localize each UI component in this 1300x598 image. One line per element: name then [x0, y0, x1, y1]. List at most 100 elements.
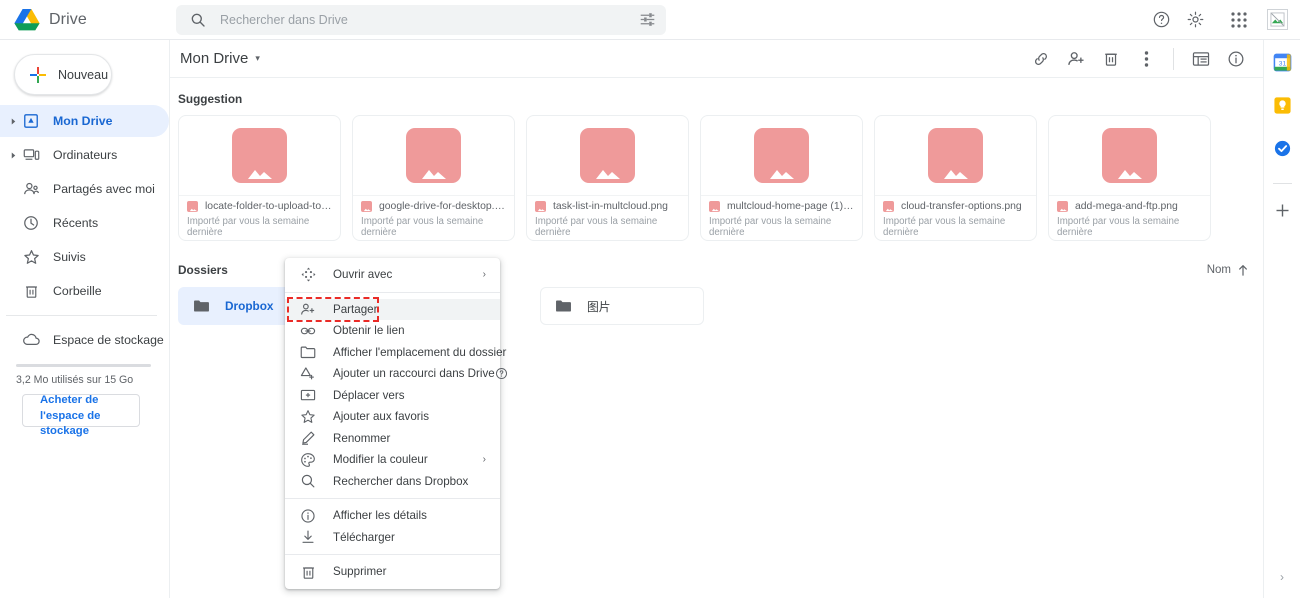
- google-keep-icon[interactable]: [1272, 95, 1293, 116]
- menu-item-modifier-couleur[interactable]: Modifier la couleur ›: [285, 449, 500, 471]
- drive-shortcut-icon: [296, 366, 320, 382]
- card-filename: cloud-transfer-options.png: [901, 201, 1022, 212]
- sidebar-label: Ordinateurs: [53, 148, 118, 162]
- card-item[interactable]: task-list-in-multcloud.png Importé par v…: [526, 115, 689, 241]
- sidebar-label: Espace de stockage: [53, 333, 164, 347]
- google-tasks-icon[interactable]: [1272, 138, 1293, 159]
- menu-item-ouvrir-avec[interactable]: Ouvrir avec ›: [285, 264, 500, 286]
- add-person-icon[interactable]: [1061, 44, 1091, 74]
- menu-item-supprimer[interactable]: Supprimer: [285, 561, 500, 583]
- menu-item-partager[interactable]: Partager: [285, 296, 500, 322]
- image-placeholder-icon: [928, 128, 983, 183]
- menu-item-deplacer-vers[interactable]: Déplacer vers: [285, 385, 500, 407]
- clock-icon: [20, 215, 42, 231]
- folder-item-pictures[interactable]: 图片: [540, 287, 704, 325]
- plus-icon: [28, 65, 48, 85]
- menu-item-afficher-emplacement[interactable]: Afficher l'emplacement du dossier: [285, 342, 506, 364]
- more-vert-icon[interactable]: [1131, 44, 1161, 74]
- menu-item-obtenir-le-lien[interactable]: Obtenir le lien: [285, 320, 500, 342]
- image-file-icon: [1057, 201, 1068, 212]
- storage-usage-text: 3,2 Mo utilisés sur 15 Go: [16, 374, 134, 386]
- get-link-icon[interactable]: [1026, 44, 1056, 74]
- brand[interactable]: Drive: [0, 8, 170, 31]
- new-button[interactable]: Nouveau: [14, 54, 112, 95]
- chevron-down-icon[interactable]: ▾: [255, 53, 260, 64]
- card-item[interactable]: cloud-transfer-options.png Importé par v…: [874, 115, 1037, 241]
- image-placeholder-icon: [754, 128, 809, 183]
- help-circle-icon[interactable]: [495, 367, 508, 380]
- card-thumbnail: [179, 116, 340, 196]
- menu-item-label: Télécharger: [333, 530, 395, 544]
- menu-item-telecharger[interactable]: Télécharger: [285, 527, 500, 549]
- sidebar-item-partages-avec-moi[interactable]: Partagés avec moi: [0, 173, 169, 205]
- gear-icon[interactable]: [1181, 6, 1209, 34]
- sidebar: Nouveau Mon Drive Ordinateurs Partagés a…: [0, 40, 170, 598]
- trash-icon[interactable]: [1096, 44, 1126, 74]
- sort-arrow-up-icon: [1237, 264, 1249, 277]
- card-item[interactable]: locate-folder-to-upload-to-go... Importé…: [178, 115, 341, 241]
- expand-panel-icon[interactable]: ›: [1280, 570, 1284, 584]
- menu-item-label: Supprimer: [333, 565, 387, 579]
- help-icon[interactable]: [1147, 6, 1175, 34]
- menu-item-ajouter-favoris[interactable]: Ajouter aux favoris: [285, 406, 500, 428]
- breadcrumb[interactable]: Mon Drive: [180, 50, 248, 67]
- card-thumbnail: [1049, 116, 1210, 196]
- top-bar: Drive: [0, 0, 1300, 40]
- add-apps-icon[interactable]: [1272, 200, 1293, 221]
- sidebar-item-corbeille[interactable]: Corbeille: [0, 275, 169, 307]
- info-icon[interactable]: [1221, 44, 1251, 74]
- menu-item-rechercher-dans-dropbox[interactable]: Rechercher dans Dropbox: [285, 471, 500, 493]
- sidebar-item-mon-drive[interactable]: Mon Drive: [0, 105, 169, 137]
- card-subtitle: Importé par vous la semaine dernière: [535, 216, 658, 238]
- avatar[interactable]: [1267, 9, 1288, 30]
- sidebar-item-recents[interactable]: Récents: [0, 207, 169, 239]
- image-file-icon: [709, 201, 720, 212]
- sidebar-item-storage[interactable]: Espace de stockage: [0, 324, 169, 356]
- chevron-right-icon[interactable]: [6, 152, 20, 159]
- menu-item-label: Ajouter un raccourci dans Drive: [333, 367, 495, 381]
- sidebar-label: Partagés avec moi: [53, 182, 155, 196]
- card-thumbnail: [353, 116, 514, 196]
- suggestion-cards: locate-folder-to-upload-to-go... Importé…: [170, 115, 1263, 241]
- sidebar-item-ordinateurs[interactable]: Ordinateurs: [0, 139, 169, 171]
- chevron-right-icon[interactable]: [6, 118, 20, 125]
- list-view-icon[interactable]: [1186, 44, 1216, 74]
- sidebar-label: Corbeille: [53, 284, 102, 298]
- image-file-icon: [361, 201, 372, 212]
- sort-control[interactable]: Nom: [1207, 264, 1249, 277]
- submenu-chevron-icon: ›: [482, 269, 486, 281]
- buy-storage-button[interactable]: Acheter de l'espace de stockage: [22, 394, 140, 437]
- image-placeholder-icon: [1102, 128, 1157, 183]
- card-subtitle: Importé par vous la semaine dernière: [1057, 216, 1180, 238]
- new-button-label: Nouveau: [58, 67, 109, 82]
- image-placeholder-icon: [232, 128, 287, 183]
- card-item[interactable]: multcloud-home-page (1).png Importé par …: [700, 115, 863, 241]
- menu-item-afficher-details[interactable]: Afficher les détails: [285, 505, 500, 527]
- folder-name: 图片: [587, 299, 611, 314]
- search-icon: [190, 12, 206, 28]
- search-input[interactable]: [218, 11, 639, 28]
- apps-grid-icon[interactable]: [1225, 6, 1253, 34]
- menu-divider: [285, 554, 500, 555]
- brand-name: Drive: [49, 10, 87, 28]
- card-filename: locate-folder-to-upload-to-go...: [205, 201, 332, 212]
- sort-label: Nom: [1206, 264, 1231, 276]
- drive-logo-icon: [14, 8, 40, 31]
- menu-item-label: Déplacer vers: [333, 388, 405, 402]
- computers-icon: [20, 147, 42, 163]
- search-bar[interactable]: [176, 4, 666, 35]
- submenu-chevron-icon: ›: [482, 454, 486, 466]
- tune-icon[interactable]: [639, 11, 656, 28]
- toolbar-divider: [1173, 47, 1174, 70]
- menu-divider: [285, 291, 500, 293]
- menu-item-ajouter-raccourci[interactable]: Ajouter un raccourci dans Drive: [285, 363, 507, 385]
- sidebar-item-suivis[interactable]: Suivis: [0, 241, 169, 273]
- image-placeholder-icon: [406, 128, 461, 183]
- card-item[interactable]: google-drive-for-desktop.png Importé par…: [352, 115, 515, 241]
- menu-item-label: Obtenir le lien: [333, 324, 405, 338]
- card-subtitle: Importé par vous la semaine dernière: [883, 216, 1006, 238]
- card-item[interactable]: add-mega-and-ftp.png Importé par vous la…: [1048, 115, 1211, 241]
- move-to-icon: [296, 388, 320, 402]
- google-calendar-icon[interactable]: 31: [1272, 52, 1293, 73]
- menu-item-renommer[interactable]: Renommer: [285, 428, 500, 450]
